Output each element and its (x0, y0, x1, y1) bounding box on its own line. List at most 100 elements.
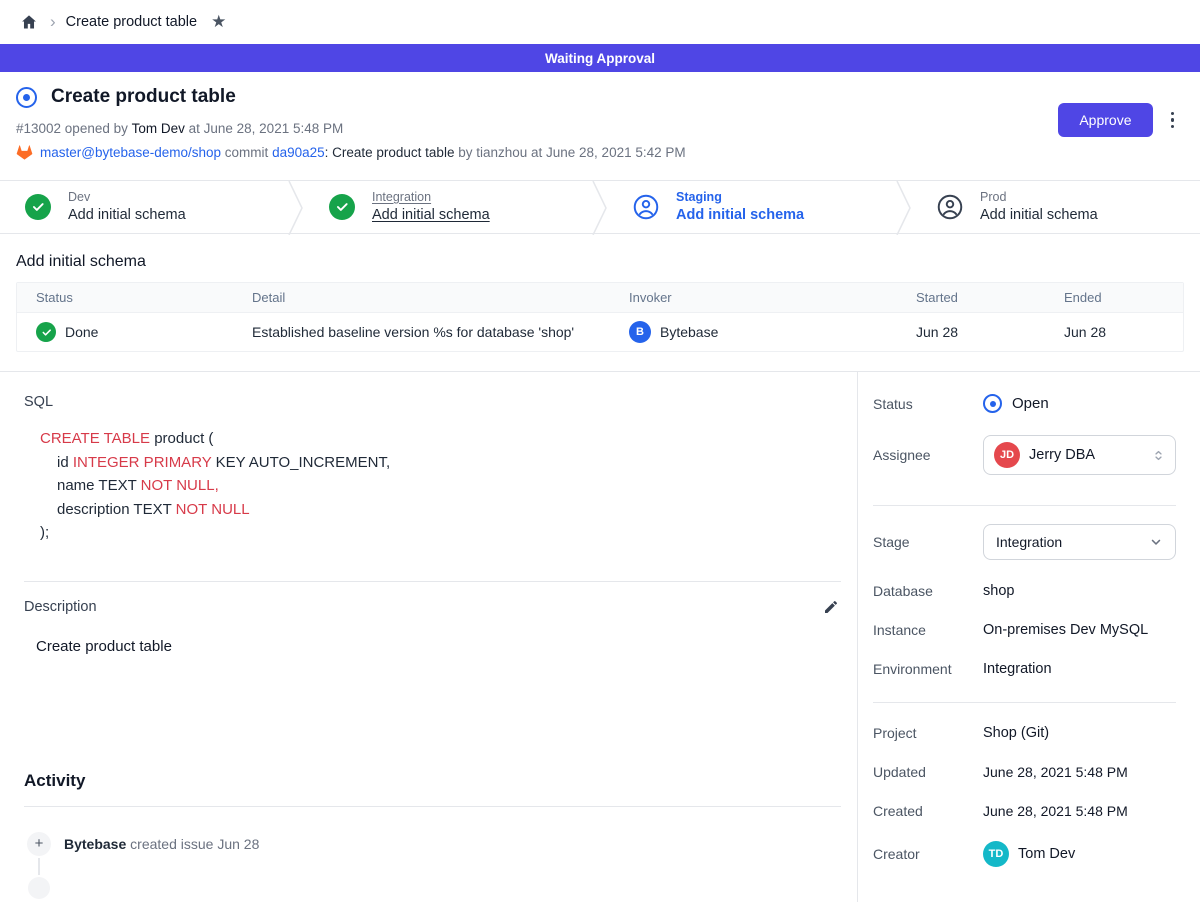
task-status: Done (65, 324, 98, 340)
activity-date: Jun 28 (217, 836, 259, 852)
status-label: Status (873, 396, 983, 412)
column-detail: Detail (236, 290, 613, 305)
issue-detail-panel: SQL CREATE TABLE product ( id INTEGER PR… (0, 372, 857, 902)
stage-env-label: Dev (68, 189, 186, 206)
timeline-connector (38, 858, 40, 875)
task-ended: Jun 28 (1048, 324, 1183, 340)
stage-separator (288, 181, 304, 233)
column-status: Status (17, 290, 236, 305)
open-status-icon (983, 394, 1002, 413)
star-icon[interactable]: ★ (211, 12, 226, 32)
updated-row: Updated June 28, 2021 5:48 PM (873, 764, 1176, 780)
task-section-title: Add initial schema (16, 253, 1184, 271)
task-invoker: Bytebase (660, 324, 718, 340)
divider (873, 702, 1176, 703)
created-label: Created (873, 803, 983, 819)
updated-label: Updated (873, 764, 983, 780)
stage-row: Stage Integration (873, 524, 1176, 560)
creator-name: Tom Dev (1018, 846, 1075, 862)
stage-task-label: Add initial schema (372, 206, 490, 226)
environment-label: Environment (873, 661, 983, 677)
description-content: Create product table (36, 638, 841, 655)
stage-separator (896, 181, 912, 233)
divider (873, 505, 1176, 506)
created-value: June 28, 2021 5:48 PM (983, 803, 1176, 819)
database-label: Database (873, 583, 983, 599)
stage-done-icon (25, 194, 51, 220)
environment-row: Environment Integration (873, 661, 1176, 677)
issue-header: Create product table #13002 opened by To… (0, 72, 1200, 180)
breadcrumb-page-title: Create product table (66, 14, 197, 30)
status-row: Status Open (873, 394, 1176, 413)
breadcrumb: › Create product table ★ (0, 0, 1200, 44)
stage-env-label: Integration (372, 189, 490, 206)
issue-sidebar: Status Open Assignee JD Jerry DBA Stage … (857, 372, 1200, 902)
stage-separator (592, 181, 608, 233)
column-invoker: Invoker (613, 290, 900, 305)
status-value: Open (1012, 395, 1049, 412)
database-value: shop (983, 583, 1176, 599)
stage-dev[interactable]: DevAdd initial schema (0, 181, 288, 233)
stage-integration[interactable]: IntegrationAdd initial schema (304, 181, 592, 233)
created-row: Created June 28, 2021 5:48 PM (873, 803, 1176, 819)
creator-row: Creator TD Tom Dev (873, 841, 1176, 867)
instance-value: On-premises Dev MySQL (983, 622, 1176, 638)
database-row: Database shop (873, 583, 1176, 599)
stage-pending-approval-icon (633, 194, 659, 220)
assignee-select[interactable]: JD Jerry DBA (983, 435, 1176, 475)
stage-env-label: Staging (676, 189, 804, 206)
commit-hash-link[interactable]: da90a25 (272, 145, 325, 160)
selector-icon (1152, 448, 1165, 463)
chevron-right-icon: › (50, 13, 56, 30)
home-icon[interactable] (18, 11, 40, 33)
issue-author: Tom Dev (132, 121, 185, 136)
task-done-icon (36, 322, 56, 342)
task-table-header: Status Detail Invoker Started Ended (17, 283, 1183, 313)
task-table: Status Detail Invoker Started Ended Done… (16, 282, 1184, 352)
stage-value: Integration (996, 534, 1062, 550)
divider (24, 806, 841, 807)
chevron-down-icon (1149, 535, 1163, 549)
task-section: Add initial schema Status Detail Invoker… (0, 253, 1200, 352)
commit-branch-link[interactable]: master@bytebase-demo/shop (40, 145, 221, 160)
status-banner: Waiting Approval (0, 44, 1200, 72)
task-started: Jun 28 (900, 324, 1048, 340)
kebab-menu-icon[interactable] (1169, 110, 1177, 131)
stage-done-icon (329, 194, 355, 220)
sql-section-label: SQL (24, 394, 841, 410)
status-banner-text: Waiting Approval (545, 51, 655, 66)
timeline-next-node (28, 877, 50, 899)
creator-label: Creator (873, 846, 983, 862)
project-label: Project (873, 725, 983, 741)
assignee-row: Assignee JD Jerry DBA (873, 435, 1176, 475)
edit-description-icon[interactable] (821, 597, 841, 617)
issue-meta: #13002 opened by Tom Dev at June 28, 202… (16, 121, 1176, 136)
instance-row: Instance On-premises Dev MySQL (873, 622, 1176, 638)
commit-byline: by tianzhou at June 28, 2021 5:42 PM (454, 145, 685, 160)
stage-staging[interactable]: StagingAdd initial schema (608, 181, 896, 233)
approve-button[interactable]: Approve (1058, 103, 1152, 137)
stage-task-label: Add initial schema (980, 206, 1098, 226)
stage-env-label: Prod (980, 189, 1098, 206)
open-status-icon (16, 87, 37, 108)
column-ended: Ended (1048, 290, 1183, 305)
stage-task-label: Add initial schema (68, 206, 186, 226)
stage-select[interactable]: Integration (983, 524, 1176, 560)
commit-line: master@bytebase-demo/shop commit da90a25… (16, 144, 1176, 161)
task-row[interactable]: Done Established baseline version %s for… (17, 313, 1183, 351)
divider (24, 581, 841, 582)
assignee-label: Assignee (873, 447, 983, 463)
description-label: Description (24, 599, 97, 615)
assignee-name: Jerry DBA (1029, 447, 1095, 463)
stage-pending-icon (937, 194, 963, 220)
stage-task-label: Add initial schema (676, 206, 804, 226)
creator-avatar: TD (983, 841, 1009, 867)
task-detail: Established baseline version %s for data… (236, 324, 613, 340)
instance-label: Instance (873, 622, 983, 638)
stage-prod[interactable]: ProdAdd initial schema (912, 181, 1200, 233)
sql-code-viewer: CREATE TABLE product ( id INTEGER PRIMAR… (40, 427, 841, 545)
plus-icon: + (27, 832, 51, 856)
commit-message: : Create product table (325, 145, 455, 160)
project-row: Project Shop (Git) (873, 725, 1176, 741)
activity-title: Activity (24, 771, 841, 791)
